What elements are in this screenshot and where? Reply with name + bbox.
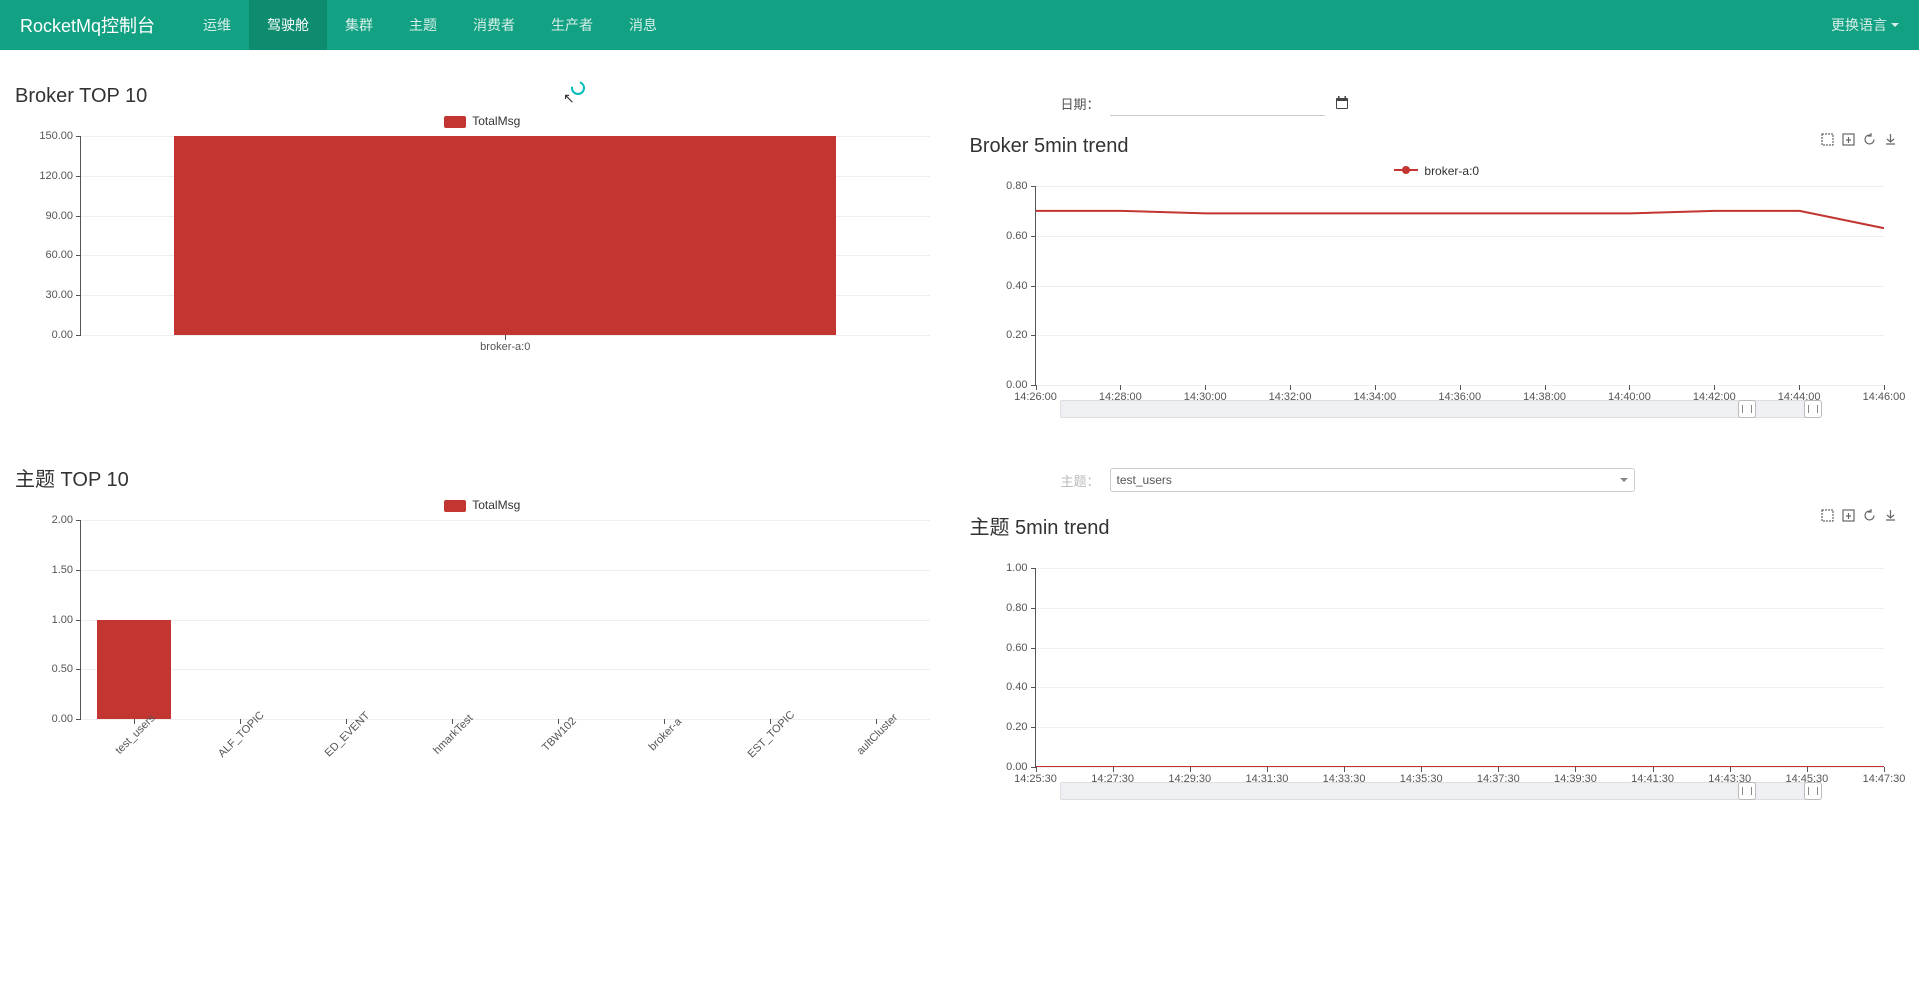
chart-title: 主题 5min trend — [970, 511, 1905, 540]
chart-title: 主题 TOP 10 — [15, 463, 950, 492]
legend-label: TotalMsg — [472, 114, 520, 128]
legend-swatch-icon — [444, 500, 466, 512]
chart-toolbox — [1820, 508, 1898, 523]
bar — [97, 620, 171, 720]
nav-item-5[interactable]: 生产者 — [533, 0, 611, 50]
topic-top10-card: 主题 TOP 10 TotalMsg 0.000.501.001.502.00t… — [15, 448, 950, 750]
y-axis-label: 0.20 — [1006, 329, 1035, 341]
x-axis-label: ED_EVENT — [319, 706, 373, 760]
chart-legend — [970, 546, 1905, 560]
zoom-handle-left[interactable] — [1738, 400, 1756, 418]
chevron-down-icon — [1891, 23, 1899, 27]
legend-label: broker-a:0 — [1424, 164, 1479, 178]
y-axis-label: 0.60 — [1006, 230, 1035, 242]
zoom-handle-right[interactable] — [1804, 400, 1822, 418]
y-axis-label: 30.00 — [45, 289, 81, 301]
y-axis-label: 0.40 — [1006, 681, 1035, 693]
broker-top10-chart: 0.0030.0060.0090.00120.00150.00broker-a:… — [80, 136, 930, 336]
y-axis-label: 120.00 — [39, 170, 81, 182]
x-axis-label: broker-a:0 — [480, 335, 530, 353]
x-axis-label: aultCluster — [851, 707, 901, 757]
y-axis-label: 2.00 — [52, 514, 81, 526]
y-axis-label: 150.00 — [39, 130, 81, 142]
x-axis-label: 14:26:00 — [1014, 385, 1057, 403]
chart-legend: TotalMsg — [15, 498, 950, 512]
download-icon[interactable] — [1883, 132, 1898, 147]
x-axis-label: 14:25:30 — [1014, 767, 1057, 785]
topic-select[interactable]: test_users — [1110, 468, 1635, 492]
chart-legend: TotalMsg — [15, 114, 950, 128]
y-axis-label: 90.00 — [45, 210, 81, 222]
y-axis-label: 1.00 — [52, 614, 81, 626]
legend-line-icon — [1394, 165, 1418, 175]
nav-items: 运维驾驶舱集群主题消费者生产者消息 — [185, 0, 1831, 50]
chart-title: Broker TOP 10 — [15, 85, 950, 108]
y-axis-label: 1.00 — [1006, 562, 1035, 574]
broker-5min-chart: 0.000.200.400.600.8014:26:0014:28:0014:3… — [1035, 186, 1885, 386]
topic-label: 主题： — [970, 471, 1110, 490]
date-row: 日期： — [970, 90, 1905, 116]
x-axis-label: ALF_TOPIC — [212, 705, 267, 760]
language-switch[interactable]: 更换语言 — [1831, 15, 1899, 35]
zoom-slider[interactable] — [1060, 400, 1815, 418]
x-axis-label: TBW102 — [536, 711, 579, 754]
zoom-area-icon[interactable] — [1820, 508, 1835, 523]
x-axis-label: 14:46:00 — [1863, 385, 1906, 403]
topic-5min-chart: 0.000.200.400.600.801.0014:25:3014:27:30… — [1035, 568, 1885, 768]
nav-item-6[interactable]: 消息 — [611, 0, 675, 50]
zoom-handle-left[interactable] — [1738, 782, 1756, 800]
topic-5min-card: 主题 5min trend 0.000.200.400.600.801.0014… — [970, 496, 1905, 830]
x-axis-label: broker-a — [643, 712, 685, 754]
navbar: RocketMq控制台 运维驾驶舱集群主题消费者生产者消息 更换语言 — [0, 0, 1919, 50]
chart-legend: broker-a:0 — [970, 164, 1905, 178]
legend-label: TotalMsg — [472, 498, 520, 512]
zoom-area-icon[interactable] — [1820, 132, 1835, 147]
refresh-icon[interactable] — [1862, 508, 1877, 523]
y-axis-label: 0.80 — [1006, 180, 1035, 192]
broker-5min-card: Broker 5min trend broker-a:0 0.000.200.4… — [970, 120, 1905, 448]
nav-item-4[interactable]: 消费者 — [455, 0, 533, 50]
topic-top10-chart: 0.000.501.001.502.00test_usersALF_TOPICE… — [80, 520, 930, 720]
nav-item-2[interactable]: 集群 — [327, 0, 391, 50]
nav-item-0[interactable]: 运维 — [185, 0, 249, 50]
bar — [174, 136, 836, 335]
zoom-reset-icon[interactable] — [1841, 508, 1856, 523]
broker-top10-card: ↖ Broker TOP 10 TotalMsg 0.0030.0060.009… — [15, 70, 950, 366]
nav-item-1[interactable]: 驾驶舱 — [249, 0, 327, 50]
topic-row: 主题： test_users — [970, 468, 1905, 492]
zoom-handle-right[interactable] — [1804, 782, 1822, 800]
chart-title: Broker 5min trend — [970, 135, 1905, 158]
refresh-icon[interactable] — [1862, 132, 1877, 147]
x-axis-label: hmarkTest — [427, 708, 476, 757]
y-axis-label: 0.80 — [1006, 602, 1035, 614]
y-axis-label: 1.50 — [52, 564, 81, 576]
date-label: 日期： — [970, 94, 1110, 113]
nav-item-3[interactable]: 主题 — [391, 0, 455, 50]
y-axis-label: 0.20 — [1006, 721, 1035, 733]
chart-toolbox — [1820, 132, 1898, 147]
y-axis-label: 60.00 — [45, 249, 81, 261]
chevron-down-icon — [1620, 478, 1628, 482]
date-input[interactable] — [1110, 90, 1325, 116]
y-axis-label: 0.00 — [52, 713, 81, 725]
topic-select-value: test_users — [1117, 473, 1172, 487]
download-icon[interactable] — [1883, 508, 1898, 523]
calendar-icon[interactable] — [1335, 96, 1349, 110]
zoom-reset-icon[interactable] — [1841, 132, 1856, 147]
y-axis-label: 0.40 — [1006, 280, 1035, 292]
language-switch-label: 更换语言 — [1831, 15, 1887, 35]
legend-swatch-icon — [444, 116, 466, 128]
brand: RocketMq控制台 — [20, 12, 155, 38]
x-axis-label: 14:47:30 — [1863, 767, 1906, 785]
zoom-slider[interactable] — [1060, 782, 1815, 800]
x-axis-label: EST_TOPIC — [742, 705, 798, 761]
y-axis-label: 0.00 — [52, 329, 81, 341]
cursor-icon: ↖ — [563, 90, 575, 107]
y-axis-label: 0.50 — [52, 663, 81, 675]
y-axis-label: 0.60 — [1006, 642, 1035, 654]
